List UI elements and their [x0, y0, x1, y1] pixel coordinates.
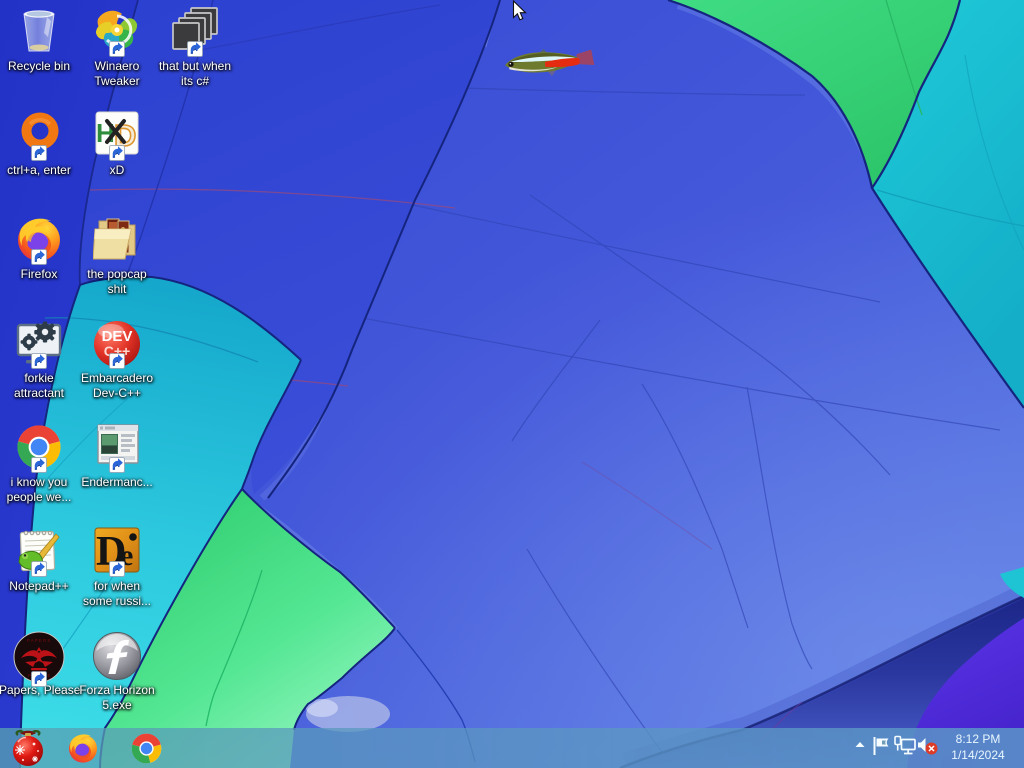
svg-text:P A P E R S: P A P E R S [27, 638, 50, 643]
